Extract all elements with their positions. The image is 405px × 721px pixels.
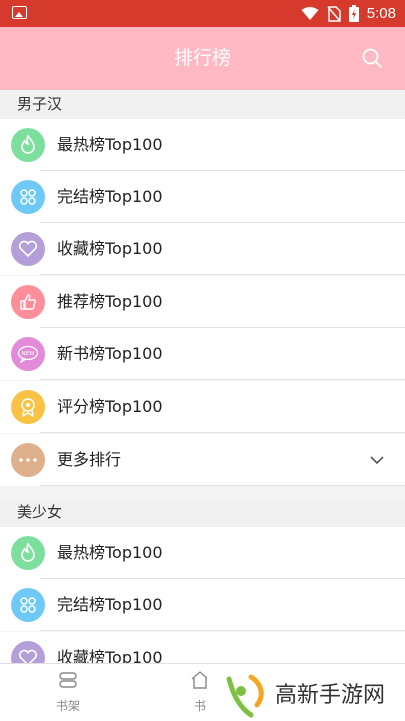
app-header: 排行榜 [0,27,405,90]
section-header-female: 美少女 [0,498,405,527]
more-rankings-label: 更多排行 [57,450,122,469]
ranking-item-hottest[interactable]: 最热榜Top100 [0,527,405,579]
watermark-logo [226,674,264,718]
svg-text:NEW: NEW [21,351,35,357]
tab-bookshelf[interactable]: 书架 [33,664,103,721]
ranking-item-label: 新书榜Top100 [57,344,163,363]
divider [40,485,405,486]
more-rankings-row[interactable]: 更多排行 [0,434,405,486]
medal-icon [11,390,45,424]
ranking-item-recommended[interactable]: 推荐榜Top100 [0,276,405,328]
grid-icon [11,588,45,622]
tab-label: 书架 [55,699,80,713]
heart-icon [11,232,45,266]
ranking-item-label: 完结榜Top100 [57,187,163,206]
status-time: 5:08 [366,5,396,22]
ranking-item-completed[interactable]: 完结榜Top100 [0,171,405,223]
more-icon [11,443,45,477]
thumbs-up-icon [11,285,45,319]
ranking-item-completed[interactable]: 完结榜Top100 [0,579,405,631]
watermark: 高新手游网 [207,666,405,720]
grid-icon [11,180,45,214]
new-badge-icon: NEW [11,337,45,371]
search-icon[interactable] [361,47,383,69]
flame-icon [11,536,45,570]
ranking-item-label: 推荐榜Top100 [57,292,163,311]
ranking-item-label: 最热榜Top100 [57,543,163,562]
image-notification-icon [12,6,27,19]
divider [40,274,405,275]
divider [40,432,405,433]
ranking-item-label: 最热榜Top100 [57,135,163,154]
watermark-text: 高新手游网 [275,683,386,708]
chevron-down-icon[interactable] [369,452,385,468]
flame-icon [11,128,45,162]
ranking-item-rating[interactable]: 评分榜Top100 [0,381,405,433]
ranking-item-label: 评分榜Top100 [57,397,163,416]
ranking-item-label: 收藏榜Top100 [57,239,163,258]
page-title: 排行榜 [173,47,231,69]
bookshelf-icon [59,672,77,688]
status-bar: 5:08 [0,0,405,27]
ranking-item-favorites[interactable]: 收藏榜Top100 [0,223,405,275]
divider [40,379,405,380]
wifi-icon [301,6,319,20]
ranking-item-new-books[interactable]: NEW 新书榜Top100 [0,328,405,380]
status-icons: 5:08 [301,0,396,27]
divider [40,630,405,631]
battery-charging-icon [348,5,359,22]
ranking-item-hottest[interactable]: 最热榜Top100 [0,119,405,171]
ranking-item-label: 完结榜Top100 [57,595,163,614]
section-header-male: 男子汉 [0,90,405,119]
no-sim-icon [327,5,341,22]
